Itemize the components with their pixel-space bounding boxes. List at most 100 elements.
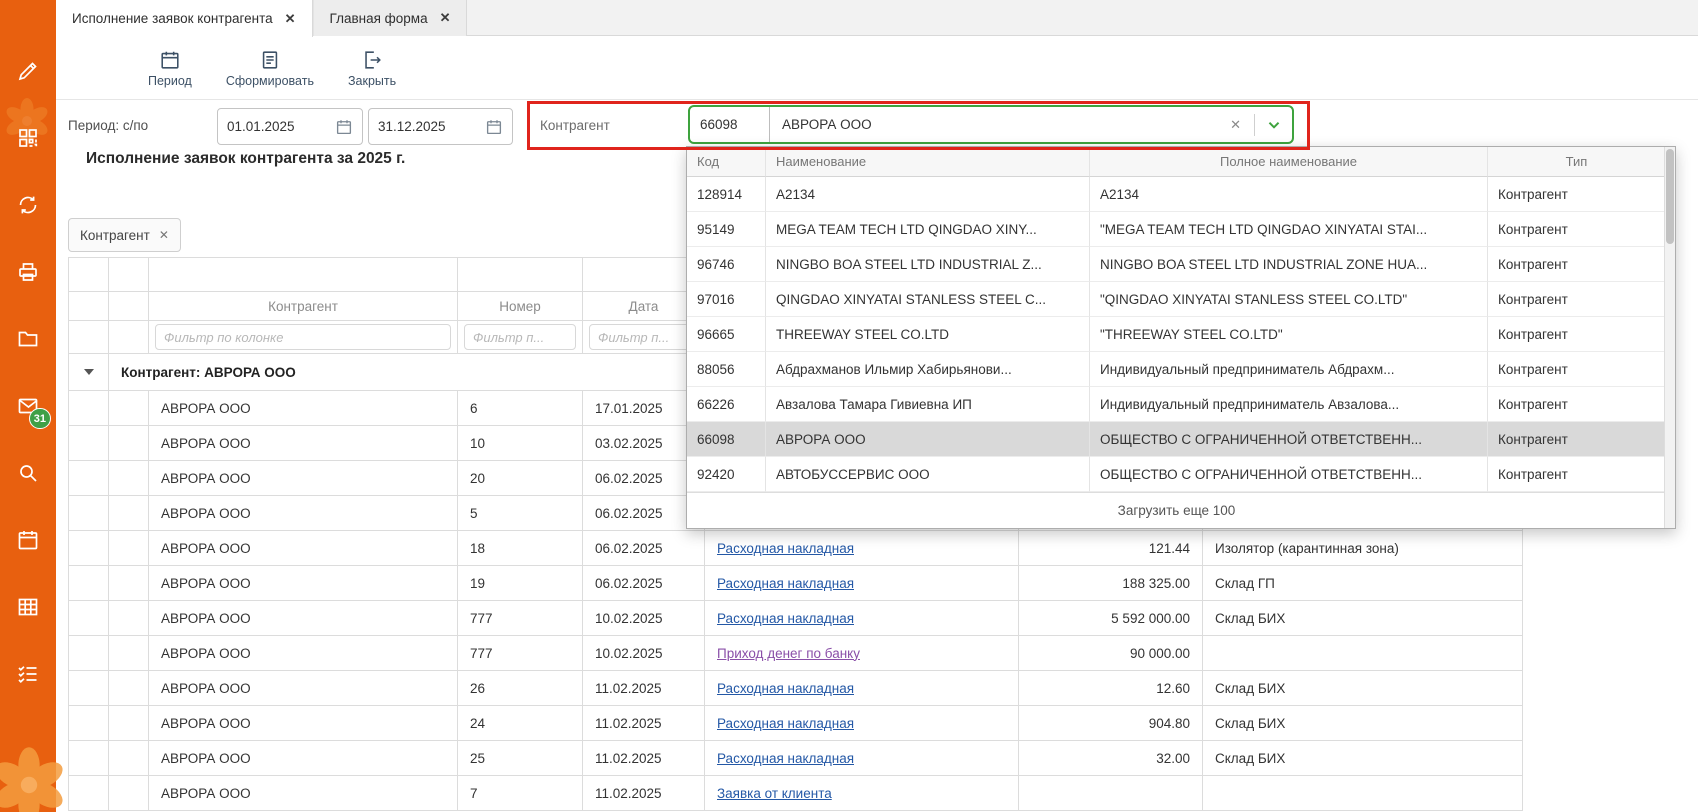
document-link[interactable]: Расходная накладная [717,611,854,626]
table-row[interactable]: АВРОРА ООО 26 11.02.2025 Расходная накла… [69,671,1522,706]
cell-marker [109,496,149,531]
generate-button[interactable]: Сформировать [226,49,314,88]
chevron-down-icon[interactable] [1264,115,1284,135]
qr-code-icon[interactable] [15,125,41,151]
table-row[interactable]: АВРОРА ООО 18 06.02.2025 Расходная накла… [69,531,1522,566]
cell-sum [1019,776,1203,811]
cell-date: 11.02.2025 [583,671,705,706]
tab-report[interactable]: Исполнение заявок контрагента ✕ [56,0,313,37]
cell-expander [69,461,109,496]
cell-marker [109,566,149,601]
cell-sum: 90 000.00 [1019,636,1203,671]
close-icon[interactable]: ✕ [285,11,296,27]
contractor-name-value: АВРОРА ООО [770,117,1226,132]
dropdown-row[interactable]: 96665 THREEWAY STEEL CO.LTD "THREEWAY ST… [687,317,1675,352]
date-from-input[interactable]: 01.01.2025 [217,108,363,145]
document-link[interactable]: Расходная накладная [717,716,854,731]
scrollbar-thumb[interactable] [1666,149,1674,244]
dropdown-row[interactable]: 88056 Абдрахманов Ильмир Хабирьянови... … [687,352,1675,387]
print-icon[interactable] [15,259,41,285]
table-row[interactable]: АВРОРА ООО 25 11.02.2025 Расходная накла… [69,741,1522,776]
cell-type: Контрагент [1488,457,1666,492]
clear-icon[interactable]: ✕ [1226,117,1245,133]
close-icon[interactable]: ✕ [440,10,451,26]
table-row[interactable]: АВРОРА ООО 777 10.02.2025 Расходная накл… [69,601,1522,636]
dropdown-column-fullname: Полное наименование [1090,147,1488,177]
sync-icon[interactable] [15,192,41,218]
folder-icon[interactable] [15,326,41,352]
cell-fullname: "MEGA TEAM TECH LTD QINGDAO XINYATAI STA… [1090,212,1488,247]
table-row[interactable]: АВРОРА ООО 7 11.02.2025 Заявка от клиент… [69,776,1522,811]
contractor-combobox[interactable]: 66098 АВРОРА ООО ✕ [688,105,1294,144]
cell-number: 25 [458,741,583,776]
collapse-expander-icon[interactable] [69,354,109,391]
contractor-column-filter-input[interactable] [155,324,451,350]
cell-marker [109,461,149,496]
close-form-button[interactable]: Закрыть [348,49,396,88]
dropdown-column-type: Тип [1488,147,1666,177]
cell-sum: 904.80 [1019,706,1203,741]
document-link[interactable]: Расходная накладная [717,541,854,556]
calendar-icon[interactable] [335,118,353,136]
cell-fullname: ОБЩЕСТВО С ОГРАНИЧЕННОЙ ОТВЕТСТВЕНН... [1090,422,1488,457]
number-column-filter-input[interactable] [464,324,576,350]
period-button[interactable]: Период [148,49,192,88]
table-row[interactable]: АВРОРА ООО 777 10.02.2025 Приход денег п… [69,636,1522,671]
tab-main-form[interactable]: Главная форма ✕ [313,0,468,36]
date-to-value: 31.12.2025 [378,119,446,134]
document-link[interactable]: Расходная накладная [717,576,854,591]
tasks-icon[interactable] [15,661,41,687]
column-header-contractor: Контрагент [149,292,458,321]
load-more-button[interactable]: Загрузить еще 100 [687,492,1666,528]
cell-contractor: АВРОРА ООО [149,531,458,566]
dropdown-row[interactable]: 92420 АВТОБУССЕРВИС ООО ОБЩЕСТВО С ОГРАН… [687,457,1675,492]
generate-button-label: Сформировать [226,74,314,88]
contractor-filter-chip[interactable]: Контрагент ✕ [68,218,181,252]
date-column-filter-input[interactable] [589,324,698,350]
cell-document: Расходная накладная [705,741,1019,776]
cell-sum: 12.60 [1019,671,1203,706]
cell-code: 88056 [687,352,766,387]
chip-label: Контрагент [80,228,150,243]
dropdown-row[interactable]: 97016 QINGDAO XINYATAI STANLESS STEEL C.… [687,282,1675,317]
dropdown-row[interactable]: 128914 A2134 A2134 Контрагент [687,177,1675,212]
calendar-icon[interactable] [485,118,503,136]
calendar-icon[interactable] [15,527,41,553]
cell-document: Расходная накладная [705,531,1019,566]
document-link[interactable]: Приход денег по банку [717,646,860,661]
cell-name: АВРОРА ООО [766,422,1090,457]
cell-type: Контрагент [1488,247,1666,282]
cell-marker [109,601,149,636]
dropdown-column-name: Наименование [766,147,1090,177]
table-row[interactable]: АВРОРА ООО 19 06.02.2025 Расходная накла… [69,566,1522,601]
dropdown-row[interactable]: 96746 NINGBO BOA STEEL LTD INDUSTRIAL Z.… [687,247,1675,282]
cell-expander [69,671,109,706]
search-icon[interactable] [15,460,41,486]
cell-type: Контрагент [1488,212,1666,247]
cell-marker [109,776,149,811]
mail-icon[interactable]: 31 [15,393,41,419]
document-link[interactable]: Заявка от клиента [717,786,832,801]
column-header-number: Номер [458,292,583,321]
tab-label: Главная форма [330,11,428,26]
cell-number: 24 [458,706,583,741]
dropdown-scrollbar[interactable] [1664,147,1675,528]
table-row[interactable]: АВРОРА ООО 24 11.02.2025 Расходная накла… [69,706,1522,741]
dropdown-row[interactable]: 95149 MEGA TEAM TECH LTD QINGDAO XINY...… [687,212,1675,247]
cell-marker [109,671,149,706]
contractor-code-value: 66098 [690,107,770,142]
date-to-input[interactable]: 31.12.2025 [368,108,513,145]
dropdown-row[interactable]: 66226 Авзалова Тамара Гивиевна ИП Индиви… [687,387,1675,422]
cell-marker [109,706,149,741]
report-icon [259,49,281,71]
edit-icon[interactable] [15,58,41,84]
document-link[interactable]: Расходная накладная [717,751,854,766]
cell-type: Контрагент [1488,317,1666,352]
cell-type: Контрагент [1488,282,1666,317]
table-icon[interactable] [15,594,41,620]
cell-marker [109,531,149,566]
cell-date: 06.02.2025 [583,566,705,601]
document-link[interactable]: Расходная накладная [717,681,854,696]
dropdown-row[interactable]: 66098 АВРОРА ООО ОБЩЕСТВО С ОГРАНИЧЕННОЙ… [687,422,1675,457]
close-icon[interactable]: ✕ [159,228,169,242]
